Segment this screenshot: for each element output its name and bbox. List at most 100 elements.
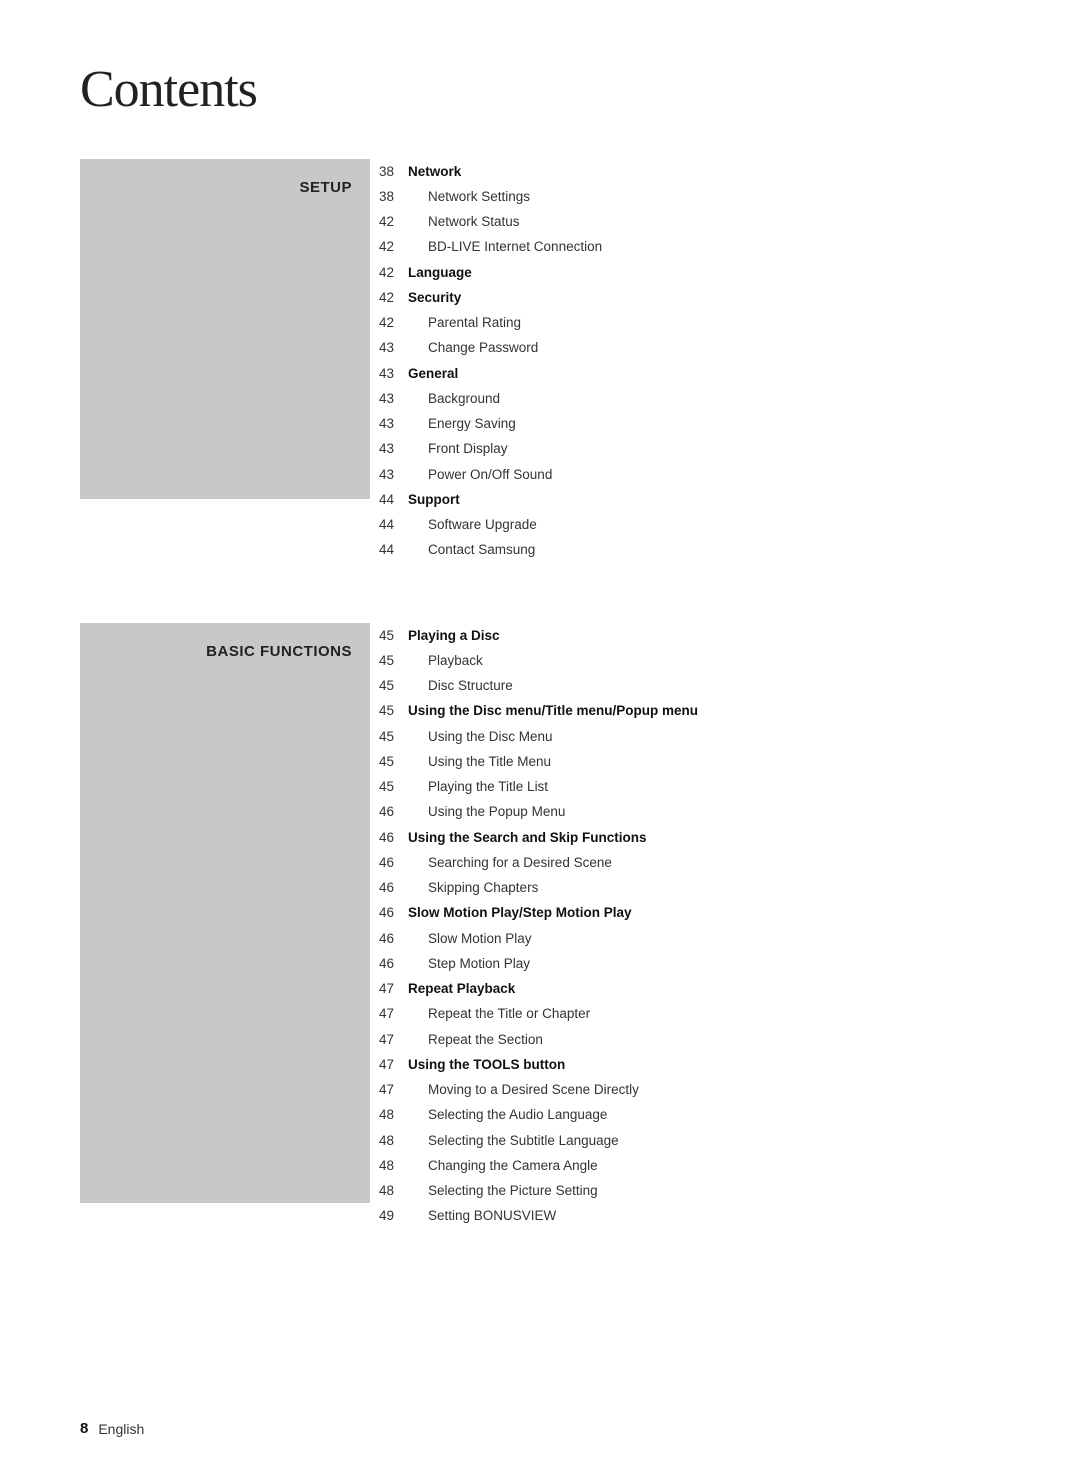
toc-entry: 44Software Upgrade	[370, 513, 1000, 538]
toc-entry-text: Front Display	[408, 439, 1000, 459]
toc-entry-number: 44	[370, 515, 408, 535]
toc-entries-basic-functions: 45Playing a Disc45Playback45Disc Structu…	[370, 623, 1000, 1229]
toc-entry-text: Changing the Camera Angle	[408, 1156, 1000, 1176]
footer-language: English	[98, 1421, 144, 1437]
toc-entry-text: Software Upgrade	[408, 515, 1000, 535]
toc-entry: 46Slow Motion Play	[370, 926, 1000, 951]
toc-entry-text: Setting BONUSVIEW	[408, 1206, 1000, 1226]
toc-entry-text: Playing a Disc	[408, 626, 1000, 646]
toc-entry-number: 43	[370, 389, 408, 409]
toc-entry-number: 42	[370, 313, 408, 333]
toc-entries-setup: 38Network38Network Settings42Network Sta…	[370, 159, 1000, 563]
toc-entry: 46Using the Popup Menu	[370, 800, 1000, 825]
section-label-text-setup: SETUP	[299, 177, 352, 198]
toc-entry: 49Setting BONUSVIEW	[370, 1204, 1000, 1229]
toc-entry: 42Network Status	[370, 210, 1000, 235]
toc-entry: 46Slow Motion Play/Step Motion Play	[370, 901, 1000, 926]
toc-entry-number: 45	[370, 752, 408, 772]
toc-entry-text: Background	[408, 389, 1000, 409]
toc-entry-text: BD-LIVE Internet Connection	[408, 237, 1000, 257]
section-label-box-setup: SETUP	[80, 159, 370, 499]
section-label-box-basic-functions: BASIC FUNCTIONS	[80, 623, 370, 1203]
toc-entry: 48Selecting the Audio Language	[370, 1103, 1000, 1128]
toc-entry: 42BD-LIVE Internet Connection	[370, 235, 1000, 260]
toc-entry: 42Language	[370, 260, 1000, 285]
toc-entry-text: Language	[408, 263, 1000, 283]
toc-entry-number: 43	[370, 439, 408, 459]
toc-entry-number: 45	[370, 701, 408, 721]
toc-entry: 42Parental Rating	[370, 311, 1000, 336]
toc-entry-number: 47	[370, 979, 408, 999]
toc-entry: 45Disc Structure	[370, 674, 1000, 699]
toc-entry-text: Selecting the Audio Language	[408, 1105, 1000, 1125]
toc-entry-number: 45	[370, 727, 408, 747]
toc-entry: 45Using the Disc menu/Title menu/Popup m…	[370, 699, 1000, 724]
toc-entry-text: Support	[408, 490, 1000, 510]
toc-entry-number: 47	[370, 1030, 408, 1050]
toc-entry-text: Using the Disc menu/Title menu/Popup men…	[408, 701, 1000, 721]
toc-entry-number: 48	[370, 1181, 408, 1201]
toc-entry: 46Skipping Chapters	[370, 876, 1000, 901]
toc-entry: 45Using the Disc Menu	[370, 724, 1000, 749]
toc-entry-text: Selecting the Picture Setting	[408, 1181, 1000, 1201]
toc-entry-number: 42	[370, 237, 408, 257]
toc-entry: 45Playing a Disc	[370, 623, 1000, 648]
toc-entry-text: Energy Saving	[408, 414, 1000, 434]
footer: 8 English	[80, 1420, 144, 1437]
toc-entry: 47Repeat the Title or Chapter	[370, 1002, 1000, 1027]
toc-entry: 45Playing the Title List	[370, 775, 1000, 800]
toc-entry-text: Network Status	[408, 212, 1000, 232]
toc-entry: 43Front Display	[370, 437, 1000, 462]
toc-entry-text: Searching for a Desired Scene	[408, 853, 1000, 873]
toc-entry-number: 47	[370, 1080, 408, 1100]
toc-entry: 44Support	[370, 487, 1000, 512]
toc-entry: 48Selecting the Subtitle Language	[370, 1128, 1000, 1153]
toc-entry-number: 43	[370, 338, 408, 358]
toc-entry: 45Playback	[370, 648, 1000, 673]
toc-entry-number: 44	[370, 540, 408, 560]
toc-entry-number: 46	[370, 903, 408, 923]
toc-entry-text: Repeat the Section	[408, 1030, 1000, 1050]
toc-entry-number: 43	[370, 364, 408, 384]
toc-entry: 43Power On/Off Sound	[370, 462, 1000, 487]
toc-entry-text: Using the Title Menu	[408, 752, 1000, 772]
toc-entry-number: 43	[370, 414, 408, 434]
toc-entry-text: Parental Rating	[408, 313, 1000, 333]
toc-entry: 43Background	[370, 386, 1000, 411]
toc-entry-number: 45	[370, 777, 408, 797]
toc-entry-text: Playback	[408, 651, 1000, 671]
toc-entry-number: 45	[370, 676, 408, 696]
toc-entry-number: 49	[370, 1206, 408, 1226]
toc-entry-text: Skipping Chapters	[408, 878, 1000, 898]
toc-entry-number: 46	[370, 802, 408, 822]
toc-entry-number: 45	[370, 651, 408, 671]
toc-entry-number: 45	[370, 626, 408, 646]
toc-entry-number: 38	[370, 162, 408, 182]
toc-entry-number: 42	[370, 263, 408, 283]
toc-entry: 46Using the Search and Skip Functions	[370, 825, 1000, 850]
footer-page-number: 8	[80, 1420, 88, 1437]
toc-entry: 48Selecting the Picture Setting	[370, 1179, 1000, 1204]
section-label-text-basic-functions: BASIC FUNCTIONS	[206, 641, 352, 662]
toc-entry-number: 38	[370, 187, 408, 207]
toc-entry: 47Moving to a Desired Scene Directly	[370, 1078, 1000, 1103]
section-setup: SETUP38Network38Network Settings42Networ…	[80, 159, 1000, 563]
toc-entry-text: Slow Motion Play	[408, 929, 1000, 949]
toc-entry-text: Using the Search and Skip Functions	[408, 828, 1000, 848]
toc-entry-text: Playing the Title List	[408, 777, 1000, 797]
toc-entry: 48Changing the Camera Angle	[370, 1153, 1000, 1178]
toc-entry: 38Network Settings	[370, 184, 1000, 209]
toc-entry: 47Using the TOOLS button	[370, 1052, 1000, 1077]
toc-entry: 46Step Motion Play	[370, 951, 1000, 976]
toc-entry-number: 43	[370, 465, 408, 485]
toc-entry-text: Using the TOOLS button	[408, 1055, 1000, 1075]
toc-entry-number: 46	[370, 878, 408, 898]
toc-entry-number: 46	[370, 954, 408, 974]
toc-entry: 43Change Password	[370, 336, 1000, 361]
toc-entry: 38Network	[370, 159, 1000, 184]
toc-entry-text: Repeat the Title or Chapter	[408, 1004, 1000, 1024]
toc-entry-text: Network	[408, 162, 1000, 182]
toc-entry: 45Using the Title Menu	[370, 749, 1000, 774]
toc-entry-text: Change Password	[408, 338, 1000, 358]
toc-entry-text: Disc Structure	[408, 676, 1000, 696]
